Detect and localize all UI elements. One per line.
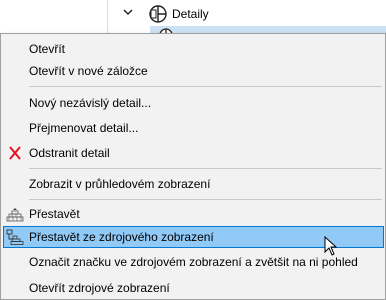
menu-item-label: Označit značku ve zdrojovém zobrazení a … (29, 255, 358, 269)
menu-item-label: Přestavět (29, 207, 80, 221)
menu-item-show-in-viewmap[interactable]: Zobrazit v průhledovém zobrazení (3, 173, 384, 195)
menu-separator (29, 168, 382, 169)
menu-item-open-source-view[interactable]: Otevřít zdrojové zobrazení (3, 277, 384, 299)
menu-item-label: Odstranit detail (29, 146, 110, 160)
menu-item-label: Přestavět ze zdrojového zobrazení (29, 230, 214, 244)
menu-item-label: Otevřít zdrojové zobrazení (29, 281, 170, 295)
menu-item-delete-detail[interactable]: Odstranit detail (3, 142, 384, 164)
menu-item-rename-detail[interactable]: Přejmenovat detail... (3, 117, 384, 139)
menu-item-label: Otevřít v nové záložce (29, 64, 148, 78)
menu-item-open[interactable]: Otevřít (3, 38, 384, 60)
menu-item-label: Zobrazit v průhledovém zobrazení (29, 177, 211, 191)
menu-separator (29, 86, 382, 87)
rebuild-icon (6, 208, 24, 222)
menu-separator (29, 199, 382, 200)
delete-x-icon (9, 146, 21, 160)
tree-node-label: Detaily (172, 7, 209, 21)
rebuild-from-source-icon (6, 229, 24, 245)
menu-item-open-new-tab[interactable]: Otevřít v nové záložce (3, 60, 384, 82)
menu-item-rebuild[interactable]: Přestavět (3, 203, 384, 225)
tree-node-details[interactable]: Detaily (108, 4, 386, 24)
mouse-cursor-icon (324, 236, 338, 256)
chevron-down-icon[interactable] (122, 6, 134, 18)
context-menu: Otevřít Otevřít v nové záložce Nový nezá… (0, 33, 386, 300)
menu-item-label: Otevřít (29, 42, 66, 56)
menu-item-label: Přejmenovat detail... (29, 121, 139, 135)
details-folder-icon (149, 5, 167, 23)
menu-item-new-independent-detail[interactable]: Nový nezávislý detail... (3, 92, 384, 114)
menu-item-label: Nový nezávislý detail... (29, 96, 152, 110)
